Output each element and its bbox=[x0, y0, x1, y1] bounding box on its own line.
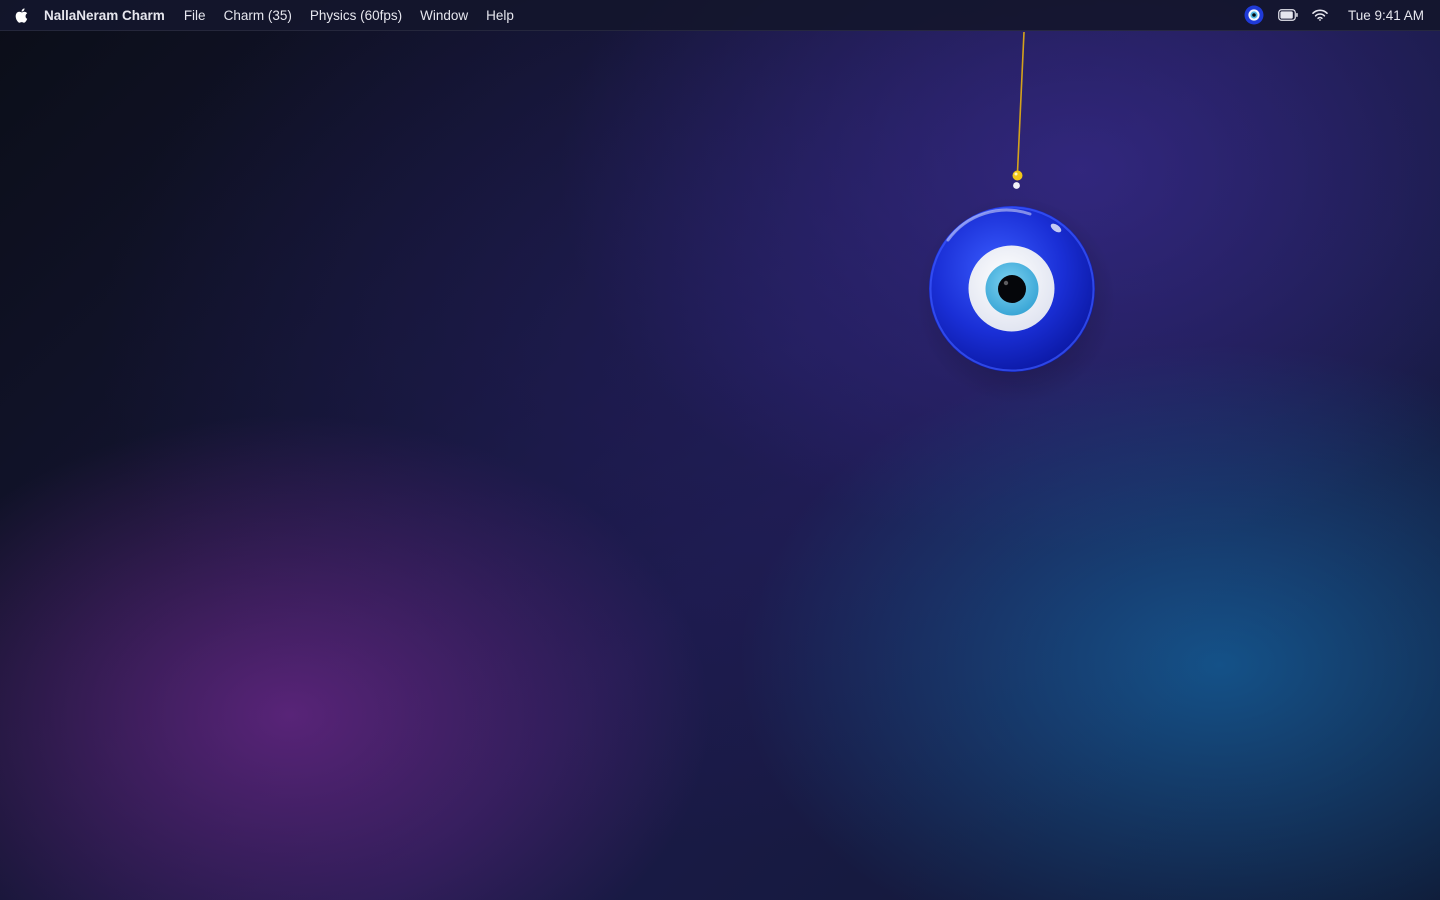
charm-bead-highlight bbox=[1014, 172, 1018, 176]
charm-white-bead bbox=[1013, 182, 1020, 189]
charm-string bbox=[1016, 31, 1025, 173]
evil-eye-charm[interactable] bbox=[0, 0, 1440, 900]
charm-pupil bbox=[998, 275, 1026, 303]
charm-layer bbox=[0, 0, 1440, 900]
charm-gold-bead bbox=[1012, 170, 1023, 181]
charm-pupil-highlight bbox=[1003, 280, 1009, 286]
